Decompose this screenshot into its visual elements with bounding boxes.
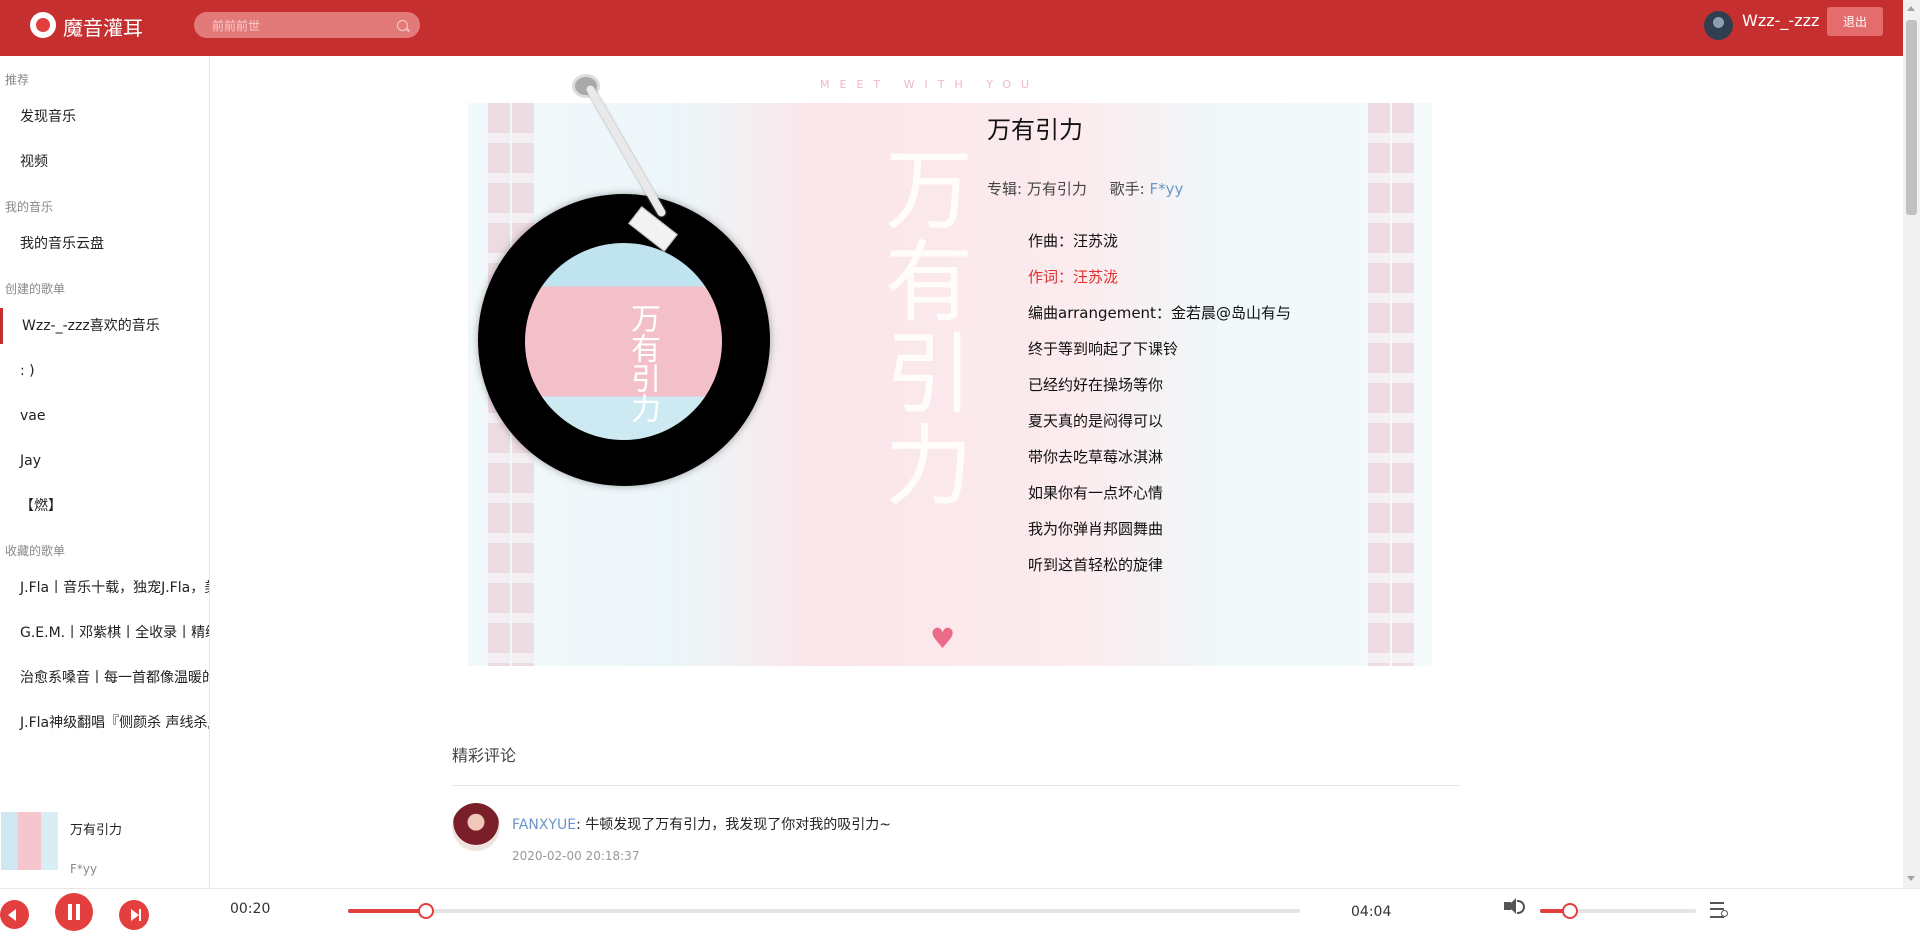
page-scrollbar[interactable] [1903, 0, 1920, 888]
sidebar-section-title: 创建的歌单 [5, 282, 66, 296]
current-time: 00:20 [230, 901, 271, 917]
lyric-line: 我为你弹肖邦圆舞曲 [1028, 520, 1164, 538]
lyric-line: 夏天真的是闷得可以 [1028, 412, 1164, 430]
artist-link[interactable]: F*yy [1149, 180, 1183, 198]
sidebar-section-title: 我的音乐 [5, 200, 54, 214]
now-playing-title: 万有引力 [70, 823, 123, 838]
vinyl-disc[interactable]: 万有引力 [478, 194, 770, 486]
previous-icon [8, 909, 16, 921]
art-tagline: MEET WITH YOU [820, 78, 1040, 91]
comment-text: : 牛顿发现了万有引力，我发现了你对我的吸引力~ [576, 817, 891, 833]
commenter-name[interactable]: FANXYUE [512, 817, 576, 833]
total-time: 04:04 [1351, 904, 1392, 920]
disc-cover-art: 万有引力 [525, 243, 722, 440]
comment-item: FANXYUE: 牛顿发现了万有引力，我发现了你对我的吸引力~ [512, 814, 891, 834]
scroll-down-arrow-icon[interactable] [1907, 876, 1915, 881]
top-bar: 魔音灌耳 Wzz-_-zzz 退出 [0, 0, 1903, 56]
next-button[interactable] [119, 900, 149, 930]
comment-time: 2020-02-00 20:18:37 [512, 849, 640, 863]
search-input[interactable] [210, 15, 394, 37]
sidebar-item-cloud-disk[interactable]: 我的音乐云盘 [0, 226, 209, 262]
sidebar-item-playlist[interactable]: : ) [0, 353, 209, 389]
sidebar-item-collected-playlist[interactable]: G.E.M.丨邓紫棋丨全收录丨精编 [0, 615, 209, 651]
volume-handle[interactable] [1561, 903, 1578, 919]
now-playing-cover[interactable] [1, 812, 58, 870]
sidebar-item-video[interactable]: 视频 [0, 144, 209, 180]
pause-icon [68, 904, 72, 920]
sidebar-item-playlist[interactable]: vae [0, 398, 209, 434]
comments-heading: 精彩评论 [452, 746, 517, 765]
disc-cover-title: 万有引力 [625, 303, 660, 423]
song-meta: 专辑: 万有引力 歌手: F*yy [987, 178, 1183, 199]
logo-icon[interactable] [30, 12, 56, 38]
album-name[interactable]: 万有引力 [1027, 180, 1087, 198]
sidebar-item-liked-music[interactable]: Wzz-_-zzz喜欢的音乐 [0, 308, 209, 344]
sidebar-item-discover-music[interactable]: 发现音乐 [0, 99, 209, 135]
sidebar-item-collected-playlist[interactable]: J.Fla丨音乐十载，独宠J.Fla，美 [0, 570, 209, 606]
progress-handle[interactable] [417, 903, 434, 919]
lyric-line: 已经约好在操场等你 [1028, 376, 1164, 394]
lyric-line: 编曲arrangement：金若晨@岛山有与 [1028, 304, 1291, 322]
logout-button[interactable]: 退出 [1827, 7, 1883, 36]
lyric-line: 听到这首轻松的旋律 [1028, 556, 1164, 574]
sidebar-section-title: 收藏的歌单 [5, 544, 66, 558]
sidebar: 推荐 发现音乐 视频 我的音乐 我的音乐云盘 创建的歌单 Wzz-_-zzz喜欢… [0, 56, 210, 888]
artist-label: 歌手: [1109, 180, 1145, 198]
playlist-icon[interactable] [1710, 902, 1728, 918]
search-box[interactable] [194, 12, 420, 38]
now-playing-artist: F*yy [70, 862, 98, 876]
scrollbar-thumb[interactable] [1906, 20, 1917, 215]
divider [452, 785, 1460, 786]
volume-slider[interactable] [1540, 903, 1696, 919]
sidebar-item-playlist[interactable]: 【燃】 [0, 488, 209, 524]
player-bar: 00:20 04:04 [0, 888, 1920, 933]
sidebar-item-playlist[interactable]: Jay [0, 443, 209, 479]
album-label: 专辑: [987, 180, 1023, 198]
sidebar-section-title: 推荐 [5, 73, 30, 87]
username[interactable]: Wzz-_-zzz [1742, 11, 1819, 30]
progress-bar[interactable] [348, 903, 1300, 919]
lyric-line: 作曲：汪苏泷 [1028, 232, 1119, 250]
art-title-char: 力 [885, 415, 974, 518]
scroll-up-arrow-icon[interactable] [1907, 6, 1915, 11]
heart-icon: ♥ [930, 622, 956, 655]
lyric-line: 带你去吃草莓冰淇淋 [1028, 448, 1164, 466]
song-title: 万有引力 [987, 116, 1083, 144]
lyric-line-current: 作词：汪苏泷 [1028, 268, 1119, 286]
search-icon[interactable] [397, 20, 408, 31]
sidebar-item-collected-playlist[interactable]: J.Fla神级翻唱『侧颜杀 声线杀』 [0, 705, 209, 741]
next-icon [131, 909, 141, 921]
lyric-line: 终于等到响起了下课铃 [1028, 340, 1179, 358]
app-title[interactable]: 魔音灌耳 [63, 12, 143, 41]
progress-fill [348, 909, 426, 913]
sidebar-item-collected-playlist[interactable]: 治愈系嗓音丨每一首都像温暖的 [0, 660, 209, 696]
volume-icon[interactable] [1504, 898, 1525, 914]
commenter-avatar[interactable] [452, 803, 500, 851]
previous-button[interactable] [0, 900, 29, 929]
pause-button[interactable] [55, 893, 93, 931]
user-avatar[interactable] [1704, 11, 1733, 40]
lyric-line: 如果你有一点坏心情 [1028, 484, 1164, 502]
